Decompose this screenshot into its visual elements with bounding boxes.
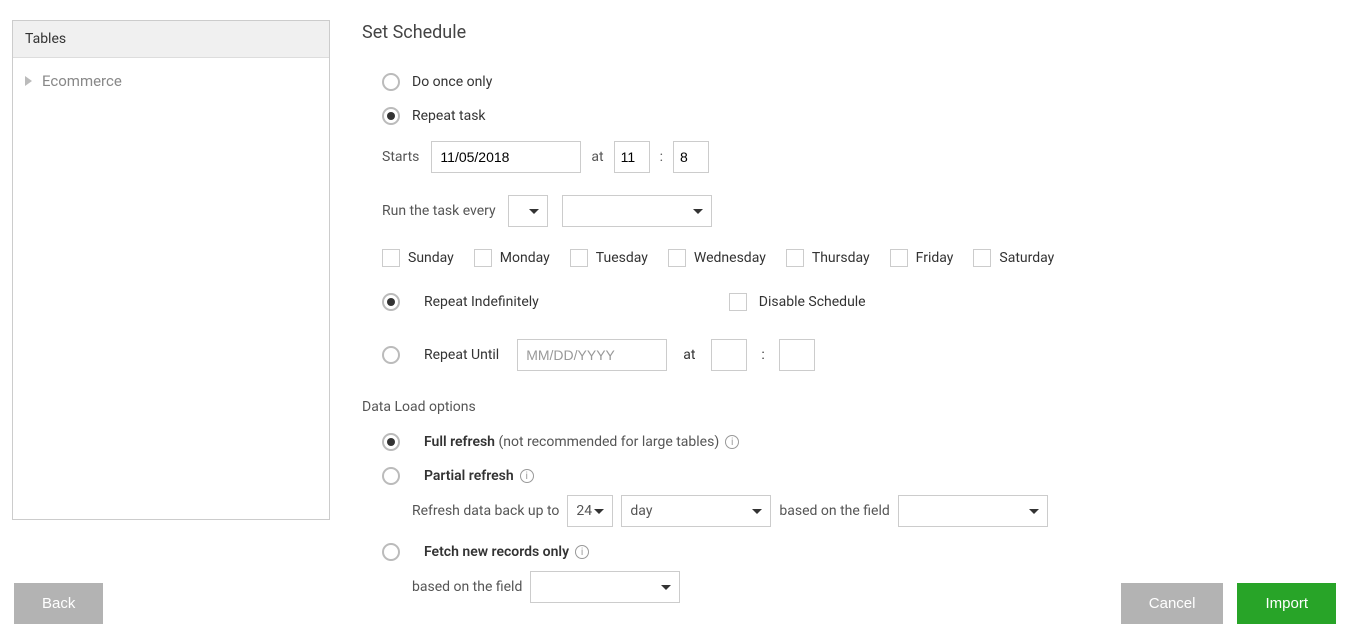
checkbox-wednesday[interactable]	[668, 249, 686, 267]
day-label: Wednesday	[694, 250, 766, 266]
radio-full-refresh[interactable]	[382, 433, 400, 451]
day-label: Thursday	[812, 250, 870, 266]
footer-buttons: Back Cancel Import	[14, 583, 1336, 624]
days-row: Sunday Monday Tuesday Wednesday Thursday…	[382, 249, 1342, 267]
checkbox-friday[interactable]	[890, 249, 908, 267]
radio-fetch-new[interactable]	[382, 543, 400, 561]
refresh-back-value-select[interactable]: 24	[567, 495, 613, 527]
cancel-button[interactable]: Cancel	[1121, 583, 1224, 624]
run-every-value-select[interactable]	[508, 195, 548, 227]
day-label: Friday	[916, 250, 954, 266]
based-on-field-label: based on the field	[779, 503, 889, 519]
until-date-input[interactable]	[517, 339, 667, 371]
fetch-new-label: Fetch new records only	[424, 544, 569, 560]
data-load-title: Data Load options	[362, 399, 1342, 415]
caret-right-icon	[25, 76, 32, 86]
do-once-label: Do once only	[412, 74, 492, 90]
refresh-back-unit-select[interactable]: day	[621, 495, 771, 527]
start-date-input[interactable]	[431, 141, 581, 173]
checkbox-tuesday[interactable]	[570, 249, 588, 267]
repeat-task-label: Repeat task	[412, 108, 486, 124]
radio-repeat-until[interactable]	[382, 346, 400, 364]
full-refresh-note: (not recommended for large tables)	[495, 434, 719, 450]
run-every-unit-select[interactable]	[562, 195, 712, 227]
import-button[interactable]: Import	[1237, 583, 1336, 624]
run-every-label: Run the task every	[382, 203, 496, 219]
refresh-back-label: Refresh data back up to	[412, 503, 559, 519]
repeat-until-label: Repeat Until	[424, 347, 499, 363]
radio-do-once[interactable]	[382, 73, 400, 91]
full-refresh-label: Full refresh	[424, 434, 495, 450]
time-separator: :	[660, 149, 663, 165]
radio-repeat-indefinitely[interactable]	[382, 293, 400, 311]
checkbox-saturday[interactable]	[973, 249, 991, 267]
at-label-2: at	[683, 347, 695, 363]
info-icon[interactable]: i	[725, 435, 739, 449]
partial-field-select[interactable]	[898, 495, 1048, 527]
day-label: Saturday	[999, 250, 1054, 266]
day-label: Monday	[500, 250, 550, 266]
starts-label: Starts	[382, 149, 419, 165]
disable-schedule-label: Disable Schedule	[759, 294, 866, 310]
until-hour-input[interactable]	[711, 339, 747, 371]
info-icon[interactable]: i	[575, 545, 589, 559]
tree-item-label: Ecommerce	[42, 72, 122, 90]
checkbox-sunday[interactable]	[382, 249, 400, 267]
checkbox-thursday[interactable]	[786, 249, 804, 267]
at-label: at	[591, 149, 603, 165]
time-separator-2: :	[761, 347, 764, 363]
start-hour-input[interactable]	[614, 141, 650, 173]
sidebar-header: Tables	[13, 21, 329, 58]
tree-item-ecommerce[interactable]: Ecommerce	[13, 58, 329, 104]
radio-partial-refresh[interactable]	[382, 467, 400, 485]
back-button[interactable]: Back	[14, 583, 103, 624]
main-content: Set Schedule Do once only Repeat task St…	[362, 22, 1342, 619]
start-minute-input[interactable]	[673, 141, 709, 173]
until-minute-input[interactable]	[779, 339, 815, 371]
day-label: Tuesday	[596, 250, 648, 266]
tables-sidebar: Tables Ecommerce	[12, 20, 330, 520]
sidebar-body[interactable]: Ecommerce	[13, 58, 329, 518]
info-icon[interactable]: i	[520, 469, 534, 483]
day-label: Sunday	[408, 250, 454, 266]
section-title: Set Schedule	[362, 22, 1342, 43]
partial-refresh-label: Partial refresh	[424, 468, 514, 484]
checkbox-disable-schedule[interactable]	[729, 293, 747, 311]
radio-repeat-task[interactable]	[382, 107, 400, 125]
checkbox-monday[interactable]	[474, 249, 492, 267]
repeat-indef-label: Repeat Indefinitely	[424, 294, 539, 310]
